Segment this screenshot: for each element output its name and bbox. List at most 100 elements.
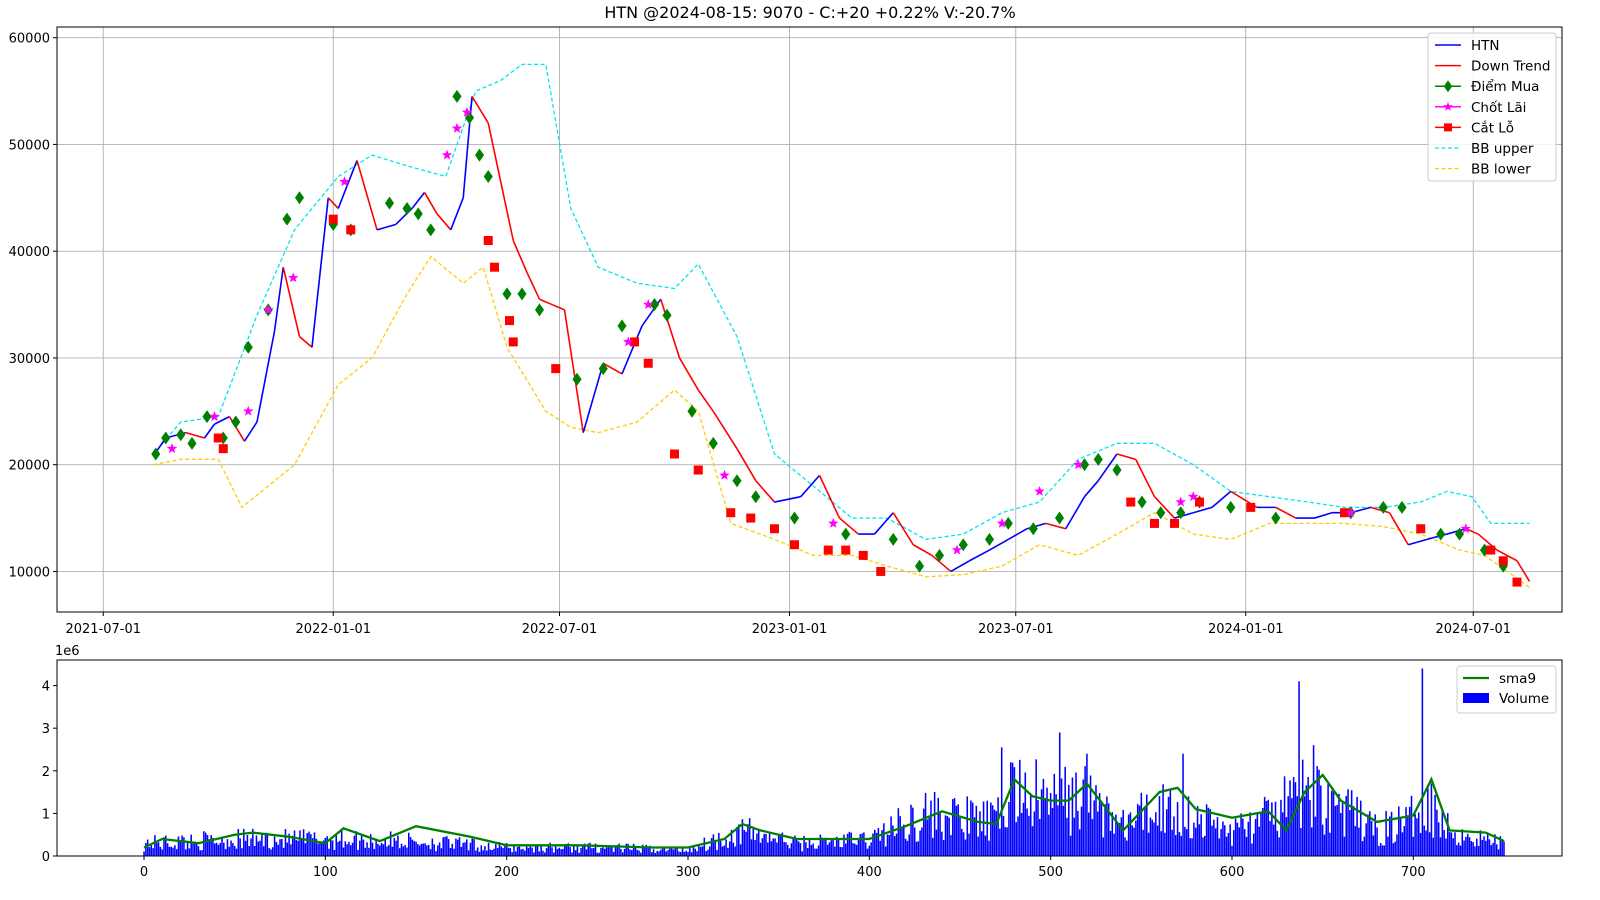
volume-bar	[368, 847, 370, 856]
stop-loss-marker	[508, 337, 518, 347]
stop-loss-marker	[1170, 518, 1179, 528]
volume-bar	[1265, 801, 1268, 856]
volume-bar	[971, 802, 974, 856]
volume-bar	[1336, 804, 1338, 856]
volume-bar	[1350, 790, 1353, 856]
volume-bar	[257, 841, 260, 856]
price-panel: 10000 20000 30000 40000 50000 60000 2021-07-01…	[9, 26, 1563, 637]
volume-bar	[451, 843, 454, 856]
stop-loss-marker	[858, 550, 868, 560]
volume-bar	[745, 831, 747, 856]
volume-bar	[786, 844, 789, 856]
volume-bar	[1280, 799, 1282, 856]
volume-bar	[796, 838, 798, 856]
volume-bar	[732, 842, 735, 856]
volume-bar	[1381, 845, 1384, 856]
volume-bar	[792, 838, 794, 856]
volume-bar	[1269, 820, 1271, 856]
volume-bar	[1200, 814, 1202, 856]
volume-bar	[1428, 832, 1431, 856]
volume-bar	[592, 847, 595, 856]
volume-bar	[1198, 824, 1201, 856]
volume-bar	[707, 849, 709, 856]
stop-loss-marker	[823, 545, 833, 555]
volume-bar	[1425, 830, 1427, 856]
volume-bar	[1185, 829, 1188, 856]
down-trend-segment	[526, 272, 541, 300]
volume-bar	[821, 837, 823, 856]
volume-bar	[246, 835, 249, 856]
volume-bar	[536, 845, 539, 856]
volume-bar	[556, 848, 559, 856]
volume-bar	[690, 852, 693, 856]
volume-bar	[440, 848, 443, 856]
volume-bar	[547, 845, 550, 856]
volume-bar	[317, 843, 319, 856]
volume-bar	[1184, 826, 1186, 856]
volume-bar	[861, 833, 863, 856]
volume-bar	[1169, 789, 1172, 856]
volume-bar	[1144, 808, 1146, 856]
buy-point-marker	[452, 89, 462, 103]
volume-bar	[1158, 795, 1161, 856]
volume-bar	[516, 846, 519, 856]
sma9-line	[143, 773, 1505, 849]
volume-bar	[1448, 832, 1451, 856]
price-ytick-label: 40000	[9, 245, 50, 260]
volume-bar	[1082, 779, 1085, 856]
htn-price-segment	[1007, 528, 1028, 541]
volume-bar	[319, 842, 321, 856]
volume-bar	[1378, 845, 1380, 856]
volume-bar	[174, 845, 176, 856]
volume-bar	[917, 841, 920, 856]
volume-bar	[378, 845, 381, 856]
volume-bar	[841, 847, 843, 856]
volume-bar	[339, 840, 341, 856]
volume-bar	[1180, 835, 1182, 856]
volume-bar	[1133, 827, 1135, 856]
volume-bar	[408, 832, 410, 856]
volume-bar	[1427, 786, 1429, 856]
volume-bar	[1165, 809, 1168, 856]
volume-bar	[743, 829, 745, 856]
volume-bar	[166, 843, 169, 856]
volume-bar	[1465, 836, 1467, 856]
stop-loss-marker	[841, 545, 851, 555]
volume-bar	[415, 841, 417, 856]
volume-bar	[1468, 837, 1471, 856]
htn-price-segment	[582, 363, 605, 433]
buy-point-marker	[502, 287, 512, 301]
volume-bar	[456, 839, 459, 856]
volume-bar	[1029, 794, 1032, 856]
volume-bar	[605, 847, 608, 856]
volume-bar	[447, 839, 450, 856]
volume-bar	[560, 849, 562, 856]
stop-loss-marker	[346, 225, 356, 235]
volume-bar	[591, 848, 593, 856]
volume-bar	[788, 848, 791, 856]
volume-bar	[895, 833, 898, 856]
volume-bar	[1229, 824, 1231, 856]
volume-bar	[484, 846, 486, 856]
volume-bar	[973, 817, 976, 856]
volume-bar	[808, 838, 811, 856]
volume-bar	[759, 842, 762, 856]
price-ytick-label: 60000	[9, 32, 50, 47]
volume-bar	[1320, 785, 1322, 856]
price-xtick-label: 2023-01-01	[752, 622, 828, 637]
volume-bar	[638, 850, 640, 856]
volume-bar	[1441, 809, 1444, 856]
volume-bar	[774, 838, 776, 856]
volume-xtick-label: 0	[140, 865, 148, 880]
volume-bar	[502, 847, 504, 856]
volume-bar	[509, 848, 512, 856]
take-profit-marker	[441, 149, 453, 160]
volume-bar	[1126, 840, 1128, 856]
volume-bar	[1367, 814, 1369, 856]
volume-bar	[1251, 843, 1253, 856]
volume-bar	[1222, 821, 1224, 856]
down-trend-segment	[1153, 496, 1176, 519]
volume-bar	[942, 840, 945, 856]
volume-bar	[1436, 809, 1438, 856]
volume-bar	[1176, 802, 1179, 856]
